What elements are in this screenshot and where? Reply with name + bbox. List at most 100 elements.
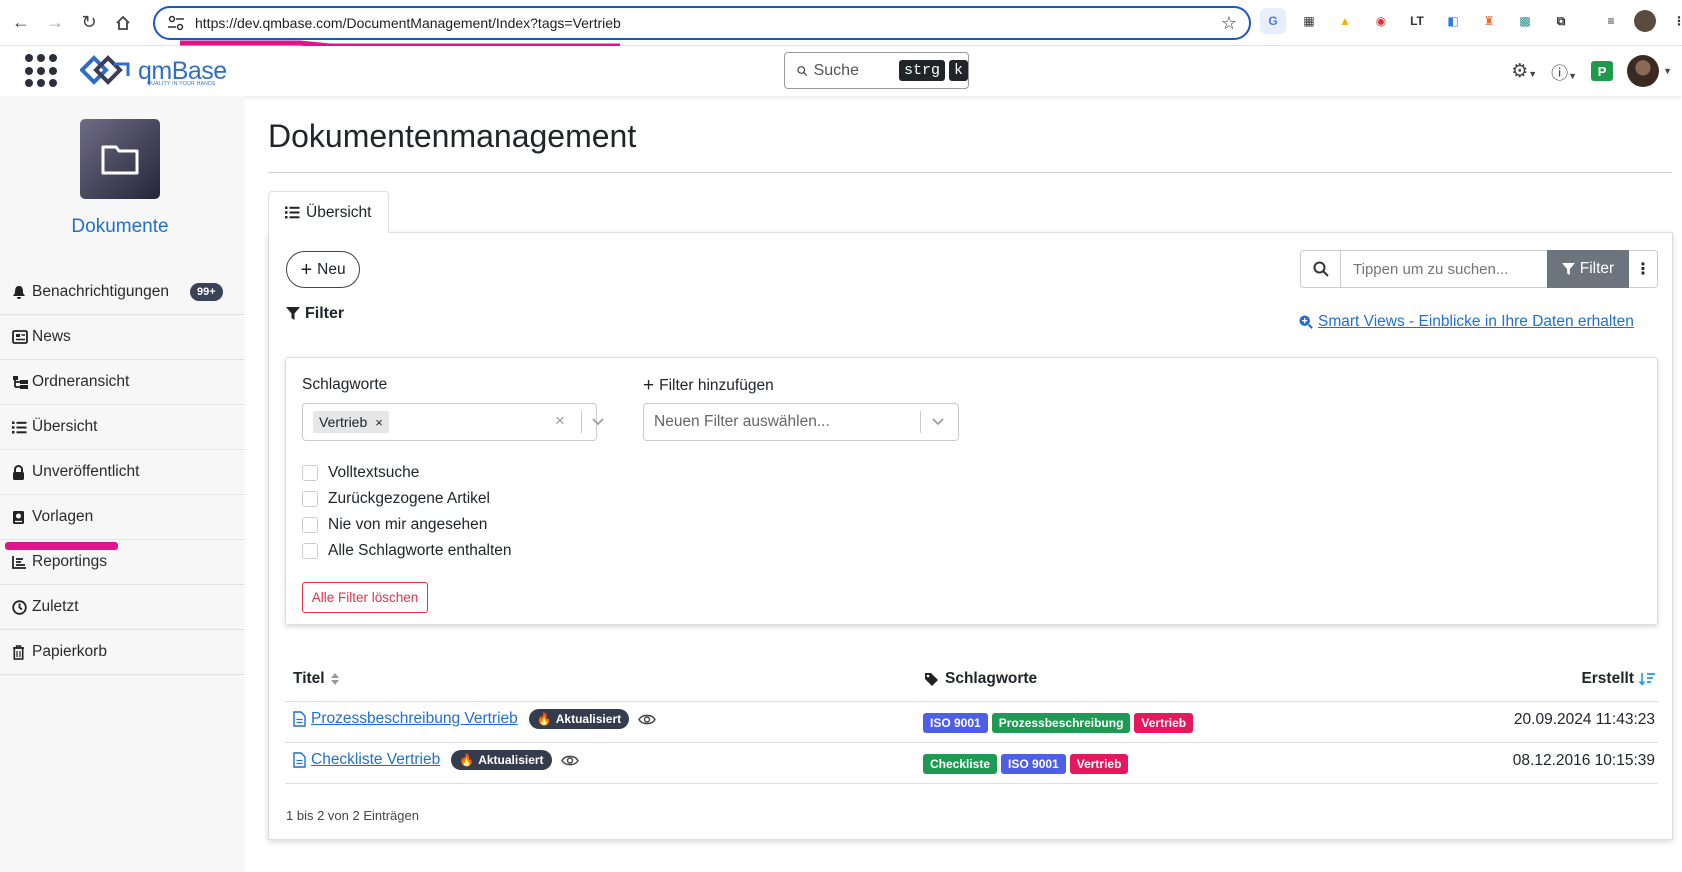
sidebar-item-vorlagen[interactable]: Vorlagen <box>0 495 244 540</box>
fire-icon: 🔥 <box>459 753 475 767</box>
column-header-label: Schlagworte <box>945 670 1038 687</box>
tag-badge[interactable]: Checkliste <box>923 754 998 774</box>
eye-icon[interactable] <box>560 754 579 767</box>
sidebar-item-news[interactable]: News <box>0 315 244 360</box>
checkbox[interactable] <box>302 543 318 559</box>
extension-icon[interactable]: ▩ <box>1512 8 1538 34</box>
checkbox[interactable] <box>302 517 318 533</box>
app-launcher-icon[interactable] <box>25 54 59 88</box>
clock-icon <box>12 599 32 615</box>
sidebar-item-unveroeffentlicht[interactable]: Unveröffentlicht <box>0 450 244 495</box>
created-date: 20.09.2024 11:43:23 <box>1513 711 1655 728</box>
logo-mark-icon <box>80 55 130 85</box>
qmbase-logo[interactable]: qmBase QUALITY IN YOUR HANDS <box>80 54 227 88</box>
remove-tag-icon[interactable]: × <box>375 415 383 430</box>
puzzle-extensions-icon[interactable]: ⧉ <box>1548 8 1574 34</box>
page-title: Dokumentenmanagement <box>268 118 637 154</box>
chart-icon <box>12 555 32 569</box>
tab-uebersicht[interactable]: Übersicht <box>268 191 389 233</box>
tag-list: Checkliste ISO 9001 Vertrieb <box>923 754 1129 774</box>
status-label: Aktualisiert <box>555 712 622 726</box>
new-document-button[interactable]: + Neu <box>286 251 360 288</box>
table-header-divider <box>285 701 1658 702</box>
sidebar-item-label: Unveröffentlicht <box>32 463 140 480</box>
column-header-created[interactable]: Erstellt <box>1581 670 1655 688</box>
sidebar-item-label: Reportings <box>32 553 107 570</box>
extension-icon[interactable]: ◧ <box>1440 8 1466 34</box>
eye-icon[interactable] <box>638 713 656 726</box>
menu-kebab-icon[interactable]: ⋮ <box>1666 8 1682 34</box>
profile-badge[interactable]: P <box>1591 61 1614 81</box>
add-filter-select[interactable]: Neuen Filter auswählen... <box>643 403 959 441</box>
checkbox[interactable] <box>302 491 318 507</box>
sidebar-item-zuletzt[interactable]: Zuletzt <box>0 585 244 630</box>
languagetool-extension-icon[interactable]: LT <box>1404 8 1430 34</box>
tag-badge[interactable]: ISO 9001 <box>1001 754 1066 774</box>
sidebar-item-label: Ordneransicht <box>32 373 130 390</box>
checkbox-volltextsuche[interactable]: Volltextsuche <box>302 464 419 482</box>
bookmark-star-icon[interactable]: ☆ <box>1221 13 1237 34</box>
sidebar-item-benachrichtigungen[interactable]: Benachrichtigungen 99+ <box>0 270 244 315</box>
tags-select[interactable]: Vertrieb × × <box>302 403 604 441</box>
plus-icon: + <box>643 375 655 396</box>
document-title-link[interactable]: Prozessbeschreibung Vertrieb <box>311 710 518 728</box>
tab-label: Übersicht <box>306 203 372 221</box>
chevron-down-icon[interactable]: ▼ <box>1663 66 1672 76</box>
chevron-down-icon[interactable] <box>931 414 945 428</box>
tag-list: ISO 9001 Prozessbeschreibung Vertrieb <box>923 713 1194 733</box>
checkbox-nie-angesehen[interactable]: Nie von mir angesehen <box>302 516 487 534</box>
checkbox-zurueckgezogene-artikel[interactable]: Zurückgezogene Artikel <box>302 490 490 508</box>
status-label: Aktualisiert <box>478 753 544 767</box>
search-icon <box>1301 251 1341 287</box>
tag-badge[interactable]: Vertrieb <box>1069 754 1129 774</box>
shortcut-key-strg: strg <box>898 60 945 81</box>
list-icon <box>285 206 300 219</box>
tag-badge[interactable]: ISO 9001 <box>923 713 988 733</box>
sidebar-item-ordneransicht[interactable]: Ordneransicht <box>0 360 244 405</box>
row-divider <box>285 783 1658 784</box>
smart-views-link[interactable]: Smart Views - Einblicke in Ihre Daten er… <box>1299 313 1634 331</box>
translate-extension-icon[interactable]: G <box>1260 8 1286 34</box>
sidebar-item-label: Zuletzt <box>32 598 79 615</box>
help-icon[interactable]: ⓘ▼ <box>1551 59 1577 84</box>
user-avatar[interactable] <box>1627 55 1660 87</box>
funnel-icon <box>1561 262 1575 275</box>
profile-avatar-icon[interactable] <box>1634 10 1656 32</box>
reload-icon[interactable]: ↻ <box>72 6 106 40</box>
table-search-input[interactable] <box>1341 260 1541 278</box>
sidebar-item-label: Übersicht <box>32 418 98 435</box>
content-card: + Neu Filter Filter ⋮ Smart Views - Einb… <box>268 232 1673 840</box>
media-icon[interactable]: ≡ <box>1598 8 1624 34</box>
sidebar-item-papierkorb[interactable]: Papierkorb <box>0 630 244 675</box>
checkbox-label: Alle Schlagworte enthalten <box>328 542 512 559</box>
column-header-title[interactable]: Titel <box>293 670 340 688</box>
color-extension-icon[interactable]: ◉ <box>1368 8 1394 34</box>
more-options-button[interactable]: ⋮ <box>1629 250 1658 288</box>
filter-heading[interactable]: Filter <box>286 305 344 323</box>
trash-icon <box>12 644 32 660</box>
home-icon[interactable] <box>106 6 140 40</box>
back-icon[interactable]: ← <box>4 6 38 40</box>
global-search[interactable]: Suche strg k <box>784 52 969 89</box>
site-settings-icon[interactable] <box>167 15 185 31</box>
sidebar-item-uebersicht[interactable]: Übersicht <box>0 405 244 450</box>
filter-toggle-button[interactable]: Filter <box>1547 250 1629 288</box>
folder-icon <box>80 119 160 199</box>
tag-badge[interactable]: Vertrieb <box>1134 713 1194 733</box>
forward-icon[interactable]: → <box>38 6 72 40</box>
chevron-down-icon[interactable] <box>591 414 605 428</box>
checkbox-alle-schlagworte[interactable]: Alle Schlagworte enthalten <box>302 542 512 560</box>
created-date: 08.12.2016 10:15:39 <box>1512 752 1655 769</box>
checkbox[interactable] <box>302 465 318 481</box>
address-bar[interactable]: https://dev.qmbase.com/DocumentManagemen… <box>153 6 1251 40</box>
drive-extension-icon[interactable]: ▲ <box>1332 8 1358 34</box>
settings-gear-icon[interactable]: ⚙▼ <box>1511 60 1537 83</box>
document-title-link[interactable]: Checkliste Vertrieb <box>311 751 440 769</box>
checkbox-label: Volltextsuche <box>328 464 420 481</box>
url-text[interactable]: https://dev.qmbase.com/DocumentManagemen… <box>195 15 621 31</box>
extension-icon[interactable]: ▦ <box>1296 8 1322 34</box>
tag-badge[interactable]: Prozessbeschreibung <box>991 713 1131 733</box>
clear-selection-icon[interactable]: × <box>555 411 565 431</box>
extension-icon[interactable]: ♜ <box>1476 8 1502 34</box>
clear-filters-button[interactable]: Alle Filter löschen <box>302 582 428 613</box>
